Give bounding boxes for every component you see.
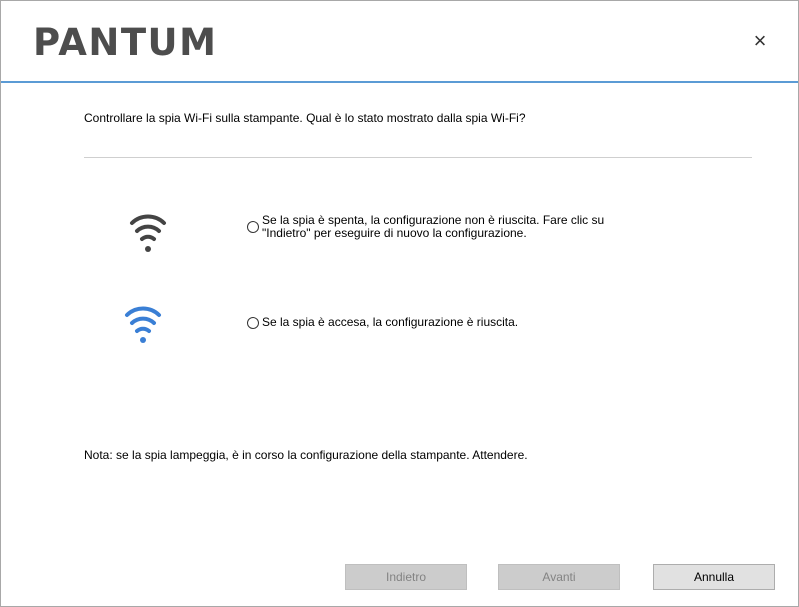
option-light-on[interactable]: Se la spia è accesa, la configurazione è…	[247, 316, 518, 329]
next-button[interactable]: Avanti	[498, 564, 620, 590]
wifi-off-icon	[128, 209, 168, 253]
question-text: Controllare la spia Wi-Fi sulla stampant…	[84, 111, 526, 125]
divider	[84, 157, 752, 158]
option-light-off[interactable]: Se la spia è spenta, la configurazione n…	[247, 214, 604, 240]
close-button[interactable]: ×	[748, 29, 772, 53]
back-button[interactable]: Indietro	[345, 564, 467, 590]
setup-dialog: PANTUM × Controllare la spia Wi-Fi sulla…	[0, 0, 799, 607]
note-text: Nota: se la spia lampeggia, è in corso l…	[84, 448, 528, 462]
dialog-header: PANTUM ×	[1, 1, 798, 83]
option-light-on-label: Se la spia è accesa, la configurazione è…	[262, 315, 519, 329]
radio-light-off[interactable]	[247, 221, 259, 233]
wifi-on-icon	[123, 302, 163, 344]
close-icon: ×	[753, 28, 767, 53]
cancel-button[interactable]: Annulla	[653, 564, 775, 590]
option-light-off-line2: "Indietro" per eseguire di nuovo la conf…	[262, 226, 527, 240]
radio-light-on[interactable]	[247, 317, 259, 329]
pantum-logo: PANTUM	[33, 21, 218, 64]
